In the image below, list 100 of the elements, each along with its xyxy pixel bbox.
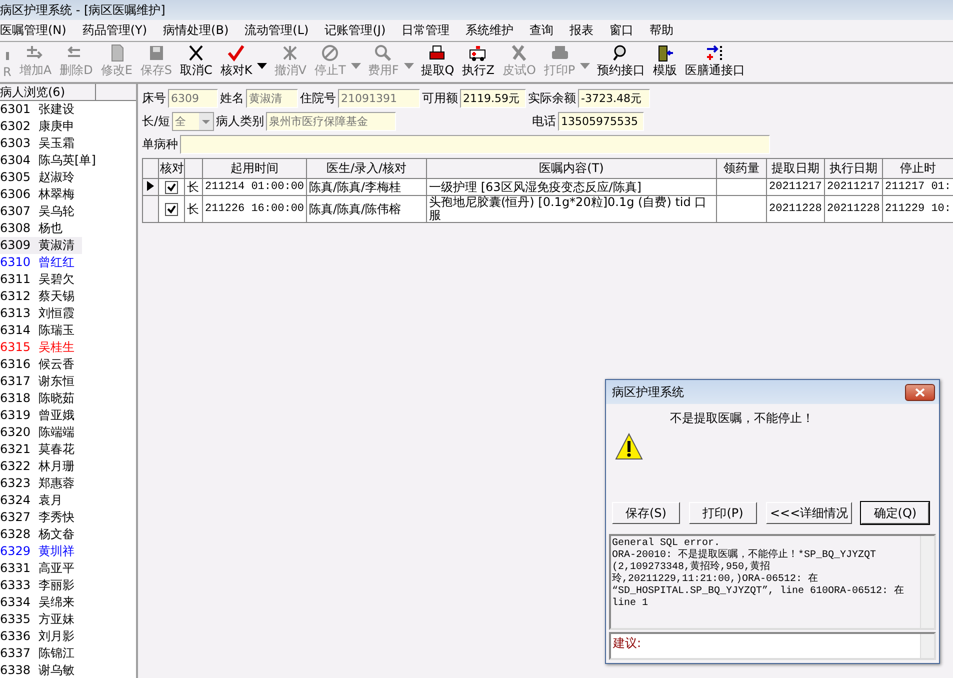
table-cell: 长	[184, 178, 202, 196]
patient-item[interactable]: 6311 吴碧欠	[0, 271, 82, 288]
patient-item[interactable]: 6322 林月珊	[0, 458, 82, 475]
term-select[interactable]: 全	[172, 112, 214, 130]
available-amount-field[interactable]: 2119.59元	[460, 88, 526, 108]
patient-item[interactable]: 6315 吴桂生	[0, 339, 82, 356]
ambulance-icon	[468, 44, 488, 62]
patient-item[interactable]: 6329 黄圳祥	[0, 543, 82, 560]
patient-item[interactable]: 6328 杨文畚	[0, 526, 82, 543]
error-details: General SQL error. ORA-20010: 不是提取医嘱，不能停止！*SP_BQ_YJYZQT (2,109273348,黄招玲,950,黄招 玲,20211229,11:21:00,)ORA-06512: 在 “SD_HOSPITAL.SP_BQ_YJYZQT”, line 610ORA-06512: 在 line 1	[611, 536, 906, 611]
table-cell: 陈真/陈真/陈伟榕	[306, 196, 426, 222]
table-cell: 一级护理 [63区风湿免疫变态反应/陈真]	[426, 178, 716, 196]
patient-item[interactable]: 6319 曾亚娥	[0, 407, 82, 424]
patient-item[interactable]: 6312 蔡天锡	[0, 288, 82, 305]
column-header: 领药量	[716, 158, 766, 178]
close-button[interactable]	[905, 384, 935, 400]
printer-icon	[427, 44, 448, 62]
toolbar-button[interactable]: 预约接口	[594, 44, 648, 79]
table-cell: 长	[184, 196, 202, 222]
caret-icon[interactable]	[257, 63, 268, 69]
patient-item[interactable]: 6309 黄淑清	[0, 237, 82, 254]
scrollbar[interactable]	[920, 536, 934, 628]
table-cell: 20211217	[824, 178, 882, 196]
checkbox[interactable]	[165, 202, 178, 216]
patient-item[interactable]: 6318 陈晓茹	[0, 390, 82, 407]
menu-item[interactable]: 病情处理(B)	[163, 22, 237, 39]
name-field[interactable]: 黄淑清	[246, 88, 298, 108]
menu-item[interactable]: 医嘱管理(N)	[0, 22, 74, 39]
patient-item[interactable]: 6337 陈锦江	[0, 645, 82, 662]
patient-item[interactable]: 6314 陈瑞玉	[0, 322, 82, 339]
list-header: 病人浏览(6)	[0, 84, 96, 100]
toolbar-button[interactable]: 执行Z	[459, 44, 498, 79]
patient-item[interactable]: 6313 刘恒霞	[0, 305, 82, 322]
toolbar-button[interactable]: 提取Q	[418, 44, 458, 79]
field-label: 病人类别	[216, 112, 264, 130]
column-header	[184, 158, 202, 178]
dialog-button[interactable]: <<<详细情况	[766, 502, 852, 524]
field-label: 姓名	[220, 90, 244, 106]
patient-item[interactable]: 6324 袁月	[0, 492, 82, 509]
checkmark-icon	[226, 44, 246, 62]
menu-item[interactable]: 报表	[570, 22, 602, 39]
toolbar-button[interactable]: 模版	[650, 44, 680, 79]
table-cell	[716, 178, 766, 196]
toolbar-button[interactable]: 取消C	[177, 44, 216, 79]
menu-item[interactable]: 查询	[530, 22, 562, 39]
menu-item[interactable]: 窗口	[610, 22, 642, 39]
patient-item[interactable]: 6334 吴绵来	[0, 594, 82, 611]
patient-item[interactable]: 6316 候云香	[0, 356, 82, 373]
printer-icon	[550, 44, 570, 62]
dialog-button[interactable]: 打印(P)	[689, 502, 757, 524]
patient-item[interactable]: 6335 方亚妹	[0, 611, 82, 628]
toolbar-button[interactable]: 核对K	[217, 44, 256, 79]
table-cell: 20211217	[766, 178, 824, 196]
phone-field[interactable]: 13505975535	[558, 112, 644, 130]
patient-category-field[interactable]: 泉州市医疗保障基金	[266, 112, 396, 130]
patient-item[interactable]: 6323 郑惠蓉	[0, 475, 82, 492]
disease-field[interactable]	[180, 134, 770, 154]
patient-item[interactable]: 6301 张建设	[0, 101, 82, 118]
menu-item[interactable]: 流动管理(L)	[244, 22, 317, 39]
column-header	[142, 158, 158, 178]
column-header: 停止时	[882, 158, 953, 178]
field-label: 长/短	[142, 112, 170, 130]
patient-item[interactable]: 6317 谢东恒	[0, 373, 82, 390]
menu-item[interactable]: 系统维护	[466, 22, 522, 39]
patient-item[interactable]: 6338 谢乌敏	[0, 662, 82, 678]
checkbox[interactable]	[165, 180, 178, 194]
balance-field[interactable]: -3723.48元	[578, 88, 650, 108]
column-header: 提取日期	[766, 158, 824, 178]
menu-item[interactable]: 药品管理(Y)	[82, 22, 156, 39]
bed-field[interactable]: 6309	[168, 88, 218, 108]
patient-item[interactable]: 6327 李秀快	[0, 509, 82, 526]
column-header: 起用时间	[202, 158, 306, 178]
prohibited-icon	[320, 44, 340, 62]
dialog-button[interactable]: 确定(Q)	[861, 502, 930, 524]
window-title: 病区护理系统 - [病区医嘱维护]	[0, 0, 953, 20]
dialog-button[interactable]: 保存(S)	[612, 502, 680, 524]
patient-item[interactable]: 6305 赵淑玲	[0, 169, 82, 186]
menu-item[interactable]: 帮助	[650, 22, 682, 39]
patient-item[interactable]: 6302 康庚申	[0, 118, 82, 135]
row-indicator[interactable]	[142, 178, 158, 196]
patient-item[interactable]: 6310 曾红红	[0, 254, 82, 271]
patient-item[interactable]: 6320 陈端端	[0, 424, 82, 441]
table-cell: 20211228	[824, 196, 882, 222]
close-icon	[915, 388, 925, 396]
patient-item[interactable]: 6306 林翠梅	[0, 186, 82, 203]
patient-item[interactable]: 6333 李丽影	[0, 577, 82, 594]
toolbar-button[interactable]: 医膳通接口	[682, 44, 748, 79]
patient-item[interactable]: 6304 陈乌英[单]	[0, 152, 96, 169]
menu-item[interactable]: 记账管理(J)	[324, 22, 394, 39]
patient-item[interactable]: 6336 刘月影	[0, 628, 82, 645]
patient-item[interactable]: 6308 杨也	[0, 220, 82, 237]
warning-icon	[614, 432, 644, 462]
patient-item[interactable]: 6307 吴乌轮	[0, 203, 82, 220]
inpatient-number-field[interactable]: 21091391	[338, 88, 420, 108]
field-label: 可用额	[422, 90, 458, 106]
patient-item[interactable]: 6331 高亚平	[0, 560, 82, 577]
patient-item[interactable]: 6321 莫春花	[0, 441, 82, 458]
menu-item[interactable]: 日常管理	[402, 22, 458, 39]
scrollbar[interactable]	[920, 634, 934, 658]
patient-item[interactable]: 6303 吴玉霜	[0, 135, 82, 152]
